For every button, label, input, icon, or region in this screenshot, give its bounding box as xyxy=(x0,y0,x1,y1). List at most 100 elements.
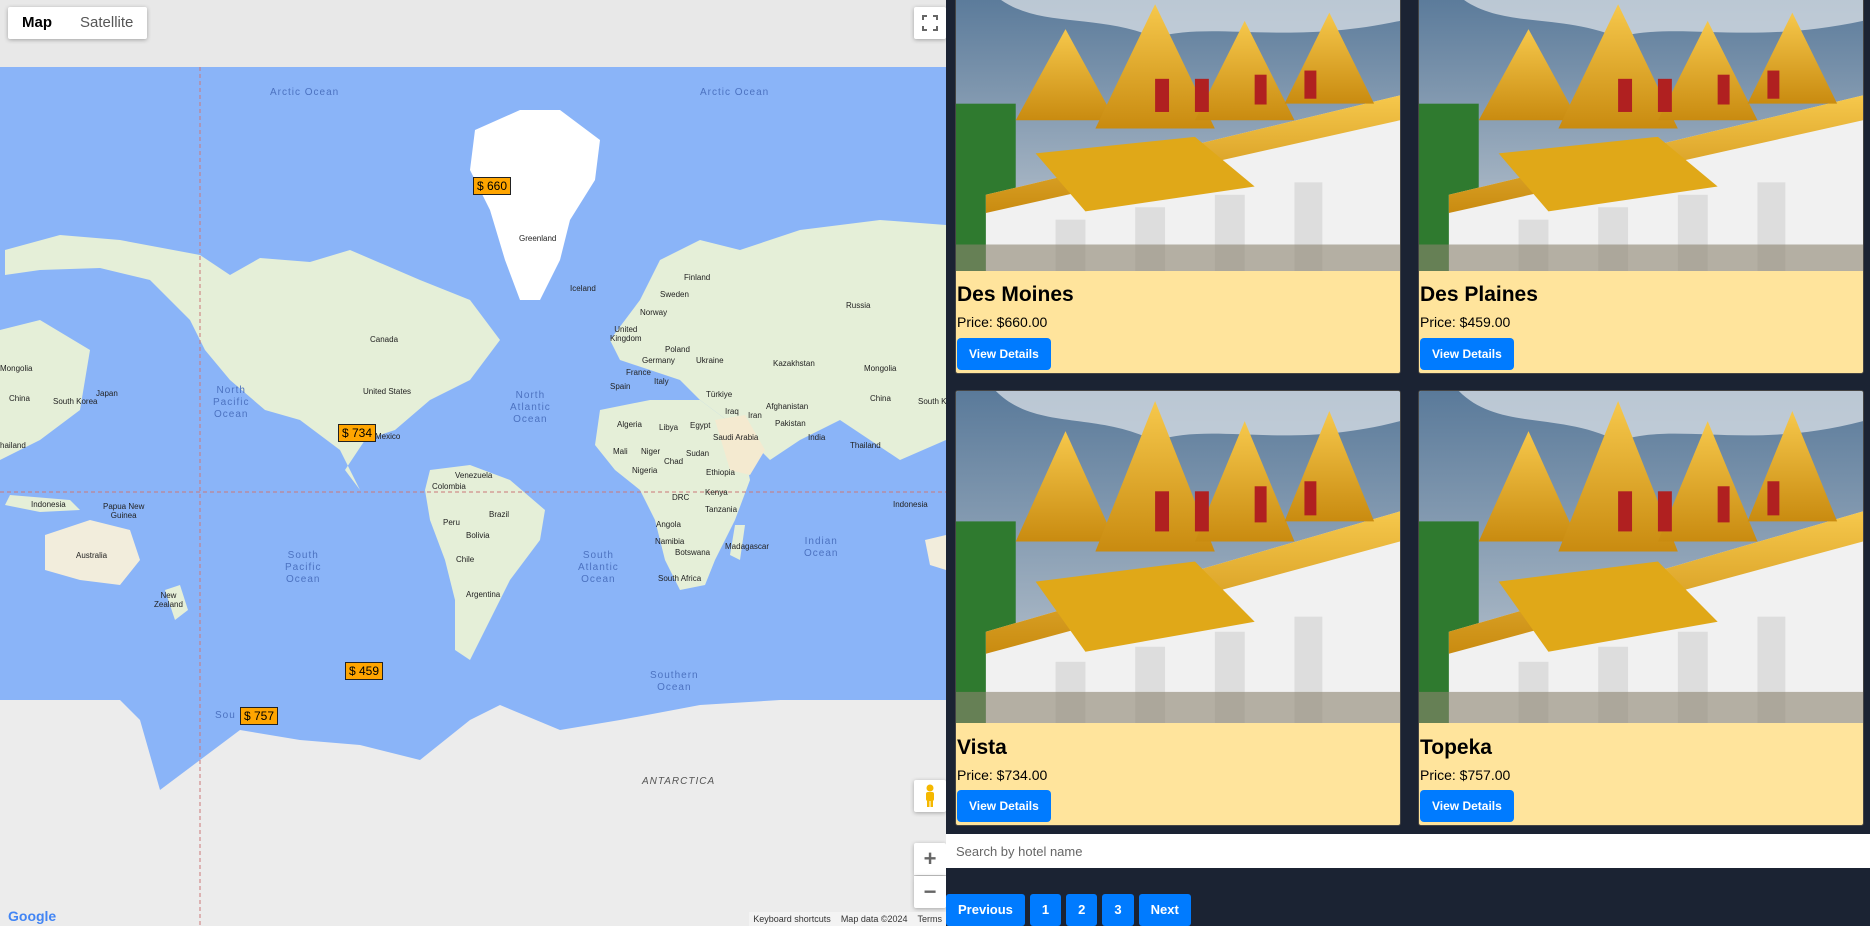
map-type-satellite-button[interactable]: Satellite xyxy=(66,7,147,39)
hotel-price: Price: $757.00 xyxy=(1420,767,1511,783)
country-label: Ethiopia xyxy=(706,468,735,477)
ocean-label: Southern Ocean xyxy=(650,670,699,693)
hotel-photo xyxy=(956,0,1400,271)
hotel-card: Des Moines Price: $660.00 View Details xyxy=(955,0,1401,374)
country-label: Madagascar xyxy=(725,542,770,551)
ocean-label: ANTARCTICA xyxy=(642,776,716,787)
page-2-button[interactable]: 2 xyxy=(1066,894,1098,926)
country-label: Kenya xyxy=(705,488,728,497)
country-label: Afghanistan xyxy=(766,402,809,411)
price-marker[interactable]: $ 459 xyxy=(345,662,384,680)
country-label: India xyxy=(808,433,826,442)
country-label: Angola xyxy=(656,520,681,529)
country-label: Mongolia xyxy=(864,364,897,373)
country-label: Iraq xyxy=(725,407,739,416)
pegman-icon xyxy=(926,784,934,807)
zoom-out-button[interactable]: − xyxy=(914,876,946,908)
country-label: Greenland xyxy=(519,234,557,243)
country-label: China xyxy=(9,394,30,403)
hotel-name: Des Moines xyxy=(957,283,1074,306)
country-label: Finland xyxy=(684,273,711,282)
view-details-button[interactable]: View Details xyxy=(957,338,1051,370)
country-label: Kazakhstan xyxy=(773,359,815,368)
hotel-search-input[interactable] xyxy=(946,834,1870,868)
terms-link[interactable]: Terms xyxy=(918,912,943,926)
fullscreen-icon xyxy=(922,15,938,31)
fullscreen-button[interactable] xyxy=(914,7,946,39)
next-page-button[interactable]: Next xyxy=(1138,894,1191,926)
hotel-card: Des Plaines Price: $459.00 View Details xyxy=(1418,0,1864,374)
ocean-label: South Atlantic Ocean xyxy=(578,550,619,585)
view-details-button[interactable]: View Details xyxy=(1420,790,1514,822)
country-label: Canada xyxy=(370,335,399,344)
hotel-card: Topeka Price: $757.00 View Details xyxy=(1418,390,1864,826)
country-label: Mexico xyxy=(375,432,401,441)
country-label: Sudan xyxy=(686,449,710,458)
map-type-map-button[interactable]: Map xyxy=(8,7,66,39)
map-attribution: Keyboard shortcuts Map data ©2024 Terms xyxy=(749,912,946,926)
country-label: Poland xyxy=(665,345,690,354)
country-label: Japan xyxy=(96,389,118,398)
hotel-photo xyxy=(956,391,1400,723)
country-label: Argentina xyxy=(466,590,501,599)
country-label: Mongolia xyxy=(0,364,33,373)
ocean-label: South Pacific Ocean xyxy=(285,550,322,585)
country-label: Peru xyxy=(443,518,460,527)
country-label: Brazil xyxy=(489,510,510,519)
price-marker[interactable]: $ 660 xyxy=(473,177,512,195)
ocean-label: Indian Ocean xyxy=(804,536,839,559)
country-label: Sweden xyxy=(660,290,689,299)
map-view[interactable]: Arctic Ocean Arctic Ocean North Pacific … xyxy=(0,0,946,926)
street-view-pegman-button[interactable] xyxy=(914,780,946,812)
hotel-price: Price: $660.00 xyxy=(957,314,1048,330)
country-label: Spain xyxy=(610,382,631,391)
country-label: Iran xyxy=(748,411,762,420)
hotel-card: Vista Price: $734.00 View Details xyxy=(955,390,1401,826)
country-label: Russia xyxy=(846,301,871,310)
country-label: DRC xyxy=(672,493,690,502)
ocean-label: Arctic Ocean xyxy=(700,87,770,98)
country-label: Ukraine xyxy=(696,356,724,365)
map-canvas[interactable] xyxy=(0,0,946,926)
country-label: Bolivia xyxy=(466,531,490,540)
country-label: Pakistan xyxy=(775,419,806,428)
map-data-text: Map data ©2024 xyxy=(840,914,908,924)
country-label: Tanzania xyxy=(705,505,738,514)
country-label: Papua New Guinea xyxy=(103,502,145,520)
country-label: Thailand xyxy=(850,441,881,450)
country-label: Australia xyxy=(76,551,108,560)
hotel-name: Des Plaines xyxy=(1420,283,1538,306)
ocean-label: North Pacific Ocean xyxy=(213,385,250,420)
country-label: Libya xyxy=(659,423,679,432)
hotel-name: Topeka xyxy=(1420,736,1492,759)
previous-page-button[interactable]: Previous xyxy=(946,894,1025,926)
hotel-photo xyxy=(1419,0,1863,271)
hotel-name: Vista xyxy=(957,736,1007,759)
price-marker[interactable]: $ 734 xyxy=(338,424,377,442)
country-label: United States xyxy=(363,387,412,396)
zoom-in-button[interactable]: + xyxy=(914,843,946,875)
country-label: Germany xyxy=(642,356,675,365)
google-logo[interactable]: Google xyxy=(8,908,56,924)
pagination: Previous 1 2 3 Next xyxy=(946,894,1191,926)
view-details-button[interactable]: View Details xyxy=(1420,338,1514,370)
page-3-button[interactable]: 3 xyxy=(1102,894,1134,926)
country-label: South Korea xyxy=(53,397,98,406)
country-label: hailand xyxy=(0,441,26,450)
country-label: Indonesia xyxy=(893,500,928,509)
country-label: Chile xyxy=(456,555,475,564)
page-1-button[interactable]: 1 xyxy=(1029,894,1062,926)
ocean-label: Sou xyxy=(215,710,236,721)
country-label: New Zealand xyxy=(154,591,183,609)
country-label: Saudi Arabia xyxy=(713,433,759,442)
hotel-photo xyxy=(1419,391,1863,723)
price-marker[interactable]: $ 757 xyxy=(240,707,279,725)
country-label: Niger xyxy=(641,447,661,456)
country-label: Mali xyxy=(613,447,628,456)
country-label: Namibia xyxy=(655,537,685,546)
ocean-label: North Atlantic Ocean xyxy=(510,390,551,425)
keyboard-shortcuts-link[interactable]: Keyboard shortcuts xyxy=(753,912,831,926)
country-label: Iceland xyxy=(570,284,596,293)
view-details-button[interactable]: View Details xyxy=(957,790,1051,822)
country-label: France xyxy=(626,368,651,377)
